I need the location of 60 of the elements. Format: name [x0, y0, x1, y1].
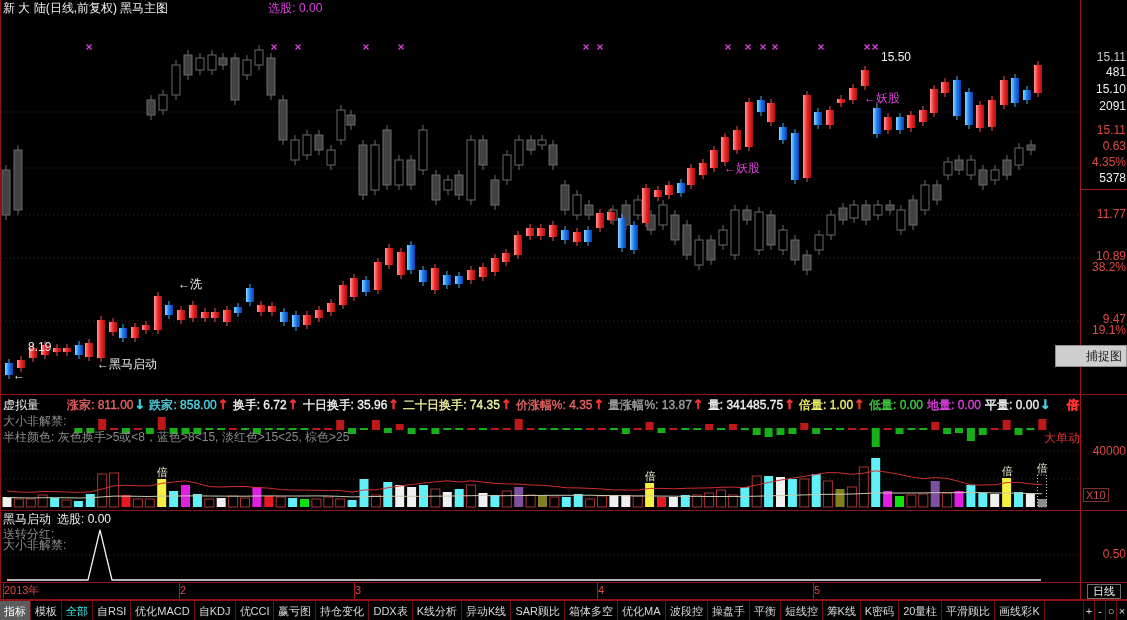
indicator-readout: 地量: 0.00 [927, 398, 982, 412]
trend-arrow: ↑ [287, 398, 299, 412]
trend-arrow: ↑ [500, 398, 512, 412]
axis-label: 9.47 [1102, 313, 1126, 326]
panel-title: 黑马启动 [3, 510, 51, 528]
axis-label: 19.1% [1091, 324, 1126, 337]
quote-value: 15.11 [1096, 124, 1126, 137]
date-label: 4 [598, 584, 605, 597]
trend-arrow: ↑ [854, 398, 865, 412]
signal-readout: 选股: 0.00 [57, 510, 112, 528]
capture-button[interactable]: 捕捉图 [1055, 345, 1127, 367]
quote-value: 15.11 [1096, 51, 1126, 64]
chart-title: 新 大 陆(日线,前复权) 黑马主图 [3, 0, 169, 17]
trend-arrow: ↑ [217, 398, 229, 412]
quote-value: 2091 [1099, 100, 1126, 113]
mode-tab[interactable]: 指标 [0, 601, 31, 620]
indicator-readout: 十日换手: 35.96 [302, 398, 388, 412]
axis-label: 10.89 [1095, 250, 1126, 263]
indicator-readout: 倍量: 1.00 [799, 398, 854, 412]
panel-title: 虚拟量 [3, 396, 39, 414]
axis-label: 0.50 [1102, 548, 1126, 561]
indicator-readout: 价涨幅%: 4.35 [515, 398, 593, 412]
trend-arrow: ↓ [134, 398, 146, 412]
axis-label: 38.2% [1091, 261, 1126, 274]
trend-arrow: ↓ [1040, 398, 1051, 412]
indicator-readout: 倍 [1067, 398, 1079, 412]
quote-value: 15.10 [1095, 83, 1126, 96]
quote-value: 4.35% [1091, 156, 1126, 169]
indicator-readout: 平量: 0.00 [985, 398, 1040, 412]
date-label: 2013年 [4, 584, 40, 597]
indicator-note: 大小非解禁: [3, 538, 67, 552]
indicator-readout: 二十日换手: 74.35 [403, 398, 500, 412]
indicator-readout: 跌家: 858.00 [149, 398, 217, 412]
panel-control-button[interactable]: - [1094, 601, 1105, 620]
indicator-readout: 量涨幅%: 13.87 [608, 398, 692, 412]
indicator-note: 大小非解禁: [3, 414, 67, 428]
signal-readout: 选股: 0.00 [268, 0, 323, 17]
date-label: 3 [355, 584, 362, 597]
panel-control-button[interactable]: ○ [1105, 601, 1116, 620]
date-label: 2 [180, 584, 187, 597]
panel-control-button[interactable]: × [1116, 601, 1127, 620]
trend-arrow: ↑ [692, 398, 704, 412]
trend-arrow: ↑ [784, 398, 796, 412]
indicator-readout: 换手: 6.72 [232, 398, 287, 412]
period-label[interactable]: 日线 [1087, 583, 1121, 599]
quote-value: 5378 [1099, 172, 1126, 185]
trend-arrow: ↑ [388, 398, 400, 412]
indicator-note: 半柱颜色: 灰色换手>5或<8，蓝色>8<15, 淡红色>15<25, 棕色>25 [3, 430, 350, 444]
indicator-readout: 低量: 0.00 [868, 398, 923, 412]
indicator-label: 大单动 [1044, 431, 1080, 445]
scale-badge: X10 [1083, 488, 1109, 502]
indicator-readout: 量: 341485.75 [707, 398, 784, 412]
panel-control-button[interactable]: + [1083, 601, 1094, 620]
date-label: 5 [814, 584, 821, 597]
quote-value: 0.63 [1102, 140, 1126, 153]
axis-label: 40000 [1092, 445, 1126, 458]
trend-arrow: ↑ [593, 398, 605, 412]
axis-label: 11.77 [1096, 208, 1126, 221]
quote-value: 481 [1105, 66, 1126, 79]
indicator-readout: 涨家: 811.00 [67, 398, 134, 412]
